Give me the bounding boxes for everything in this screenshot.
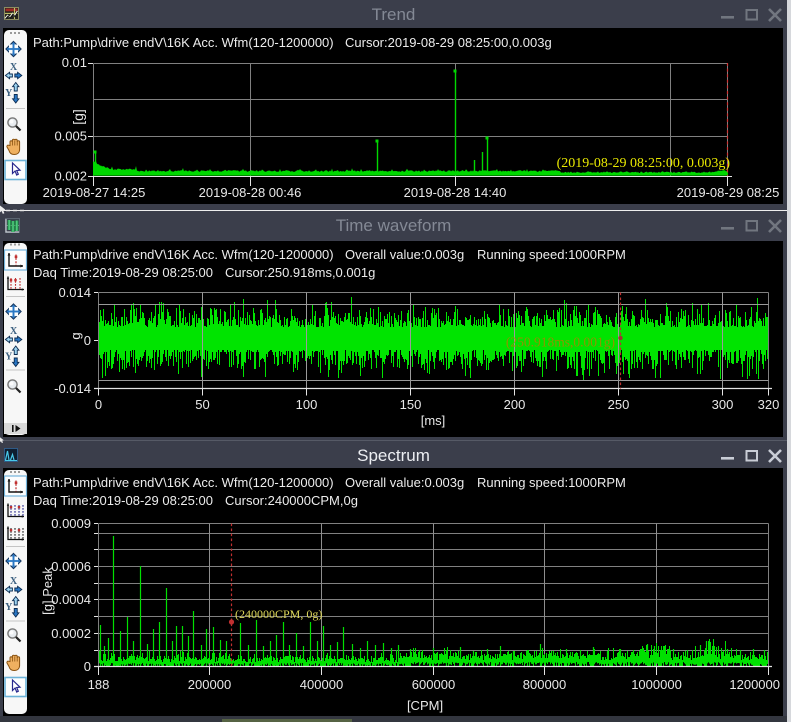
svg-text:Y: Y (5, 602, 13, 613)
svg-text:2019-08-28 14:40: 2019-08-28 14:40 (404, 185, 507, 200)
svg-text:0.01: 0.01 (62, 55, 87, 70)
svg-text:Y: Y (5, 352, 13, 363)
svg-text:300: 300 (712, 397, 734, 412)
svg-text:[g] Peak: [g] Peak (40, 567, 55, 615)
svg-text:0: 0 (95, 397, 102, 412)
svg-text:[g]: [g] (70, 109, 86, 125)
svg-text:0.002: 0.002 (54, 169, 87, 184)
svg-text:50: 50 (195, 397, 209, 412)
svg-text:0.005: 0.005 (54, 129, 87, 144)
svg-text:Y: Y (5, 88, 13, 99)
svg-text:2019-08-28 00:46: 2019-08-28 00:46 (199, 185, 302, 200)
svg-text:2019-08-27 14:25: 2019-08-27 14:25 (43, 185, 146, 200)
svg-text:400000: 400000 (300, 677, 343, 692)
svg-text:800000: 800000 (523, 677, 566, 692)
svg-text:0.0004: 0.0004 (51, 592, 91, 607)
svg-text:[CPM]: [CPM] (407, 698, 443, 713)
svg-text:(2019-08-29 08:25:00, 0.003g): (2019-08-29 08:25:00, 0.003g) (557, 156, 731, 171)
svg-text:0: 0 (84, 333, 91, 348)
svg-text:320: 320 (758, 397, 780, 412)
svg-text:200: 200 (504, 397, 526, 412)
svg-text:X: X (10, 62, 18, 73)
svg-text:0.0002: 0.0002 (51, 626, 91, 641)
svg-text:(240000CPM, 0g): (240000CPM, 0g) (235, 607, 322, 621)
svg-text:[ms]: [ms] (421, 413, 446, 428)
svg-text:1000000: 1000000 (631, 677, 682, 692)
svg-text:200000: 200000 (188, 677, 231, 692)
svg-text:-0.014: -0.014 (54, 381, 91, 396)
svg-text:0.0009: 0.0009 (51, 516, 91, 531)
svg-text:0.0006: 0.0006 (51, 559, 91, 574)
svg-text:(250.918ms,0.001g): (250.918ms,0.001g) (506, 335, 615, 350)
svg-text:188: 188 (88, 677, 110, 692)
svg-text:X: X (10, 576, 18, 587)
svg-text:250: 250 (608, 397, 630, 412)
svg-text:X: X (10, 326, 18, 337)
svg-text:2019-08-29 08:25: 2019-08-29 08:25 (677, 185, 780, 200)
svg-text:0.014: 0.014 (58, 285, 91, 300)
svg-text:100: 100 (296, 397, 318, 412)
svg-text:600000: 600000 (412, 677, 455, 692)
svg-text:1200000: 1200000 (729, 677, 780, 692)
svg-text:0: 0 (84, 659, 91, 674)
svg-text:g: g (68, 332, 83, 339)
svg-text:150: 150 (400, 397, 422, 412)
